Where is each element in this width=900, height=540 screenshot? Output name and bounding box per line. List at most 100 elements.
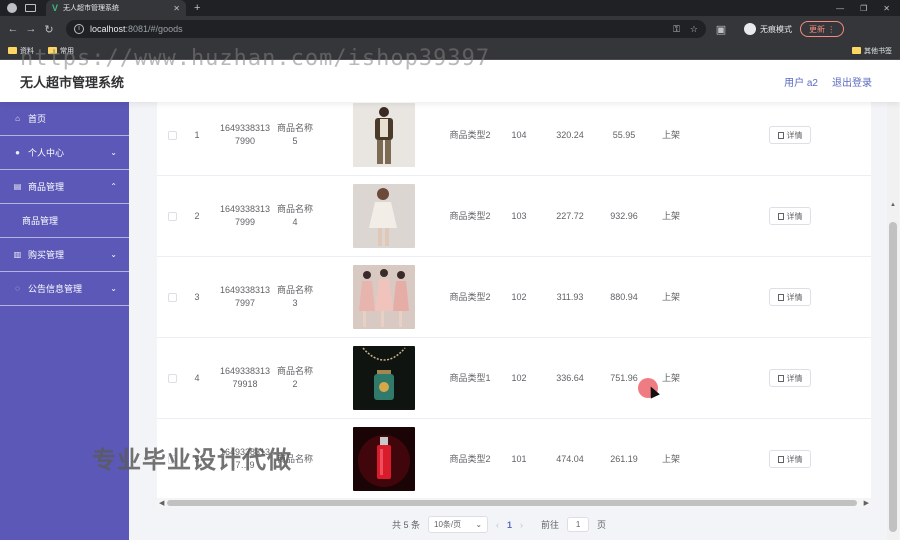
incognito-indicator[interactable]: 无痕模式: [744, 23, 792, 35]
forward-icon[interactable]: →: [22, 23, 40, 35]
document-icon: [777, 455, 784, 463]
total-count: 共 5 条: [392, 520, 421, 530]
cart-icon: ▥: [13, 250, 22, 259]
sidebar-item-notice[interactable]: ◌ 公告信息管理 ⌄: [0, 272, 129, 306]
detail-button[interactable]: 详情: [769, 126, 811, 144]
page-size-select[interactable]: 10条/页 ⌄: [428, 516, 489, 533]
row-checkbox[interactable]: [167, 130, 177, 140]
user-icon: ●: [15, 148, 20, 157]
user-label[interactable]: 用户 a2: [784, 74, 818, 89]
sidepanel-icon[interactable]: ▣: [712, 23, 730, 36]
table-row: 4 164933831379918 商品名称2 商品类型1 102 336.64…: [157, 338, 871, 419]
key-icon[interactable]: ⚿: [673, 24, 680, 35]
maximize-icon[interactable]: ❐: [860, 4, 867, 13]
row-checkbox[interactable]: [167, 211, 177, 221]
horizontal-scrollbar[interactable]: ◀ ▶: [157, 498, 871, 508]
sidebar-item-profile[interactable]: ● 个人中心 ⌄: [0, 136, 129, 170]
url-input[interactable]: i localhost:8081/#/goods ⚿ ☆: [66, 20, 706, 38]
goods-code: 16493383137990: [219, 123, 271, 146]
sidebar-item-goods[interactable]: ▤ 商品管理 ⌃: [0, 170, 129, 204]
address-bar: ← → ↻ i localhost:8081/#/goods ⚿ ☆ ▣ 无痕模…: [0, 16, 900, 42]
document-icon: [777, 131, 784, 139]
row-index: 4: [194, 372, 200, 383]
goods-table: 1 16493383137990 商品名称5 商品类型2 104 320.24 …: [157, 102, 871, 498]
table-row: 2 16493383137999 商品名称4 商品类型2 103 227.72 …: [157, 176, 871, 257]
prev-page-button[interactable]: ‹: [496, 520, 499, 530]
sidebar-item-label: 首页: [28, 114, 47, 124]
home-icon: ⌂: [15, 114, 20, 123]
window-close-icon[interactable]: ✕: [883, 4, 890, 13]
row-value: 227.72: [556, 210, 584, 221]
row-index: 2: [194, 210, 200, 221]
detail-button[interactable]: 详情: [769, 288, 811, 306]
scroll-right-icon[interactable]: ▶: [864, 499, 869, 507]
vertical-scrollbar[interactable]: ▲: [887, 102, 899, 540]
goods-name: 商品名称2: [276, 366, 313, 389]
reload-icon[interactable]: ↻: [40, 23, 58, 36]
row-value: 336.64: [556, 372, 584, 383]
minimize-icon[interactable]: —: [836, 4, 844, 13]
row-value: 311.93: [556, 291, 584, 302]
goods-image[interactable]: [353, 427, 415, 491]
row-value: 101: [511, 453, 527, 464]
sidebar-item-home[interactable]: ⌂ 首页: [0, 102, 129, 136]
other-bookmarks[interactable]: 其他书签: [852, 46, 892, 56]
browser-tab[interactable]: V 无人超市管理系统 ✕: [46, 0, 186, 16]
sidebar-item-purchase[interactable]: ▥ 购买管理 ⌄: [0, 238, 129, 272]
detail-button[interactable]: 详情: [769, 450, 811, 468]
goods-image[interactable]: [353, 184, 415, 248]
row-checkbox[interactable]: [167, 292, 177, 302]
logout-button[interactable]: 退出登录: [832, 74, 872, 89]
browser-tab-bar: V 无人超市管理系统 ✕ + — ❐ ✕: [0, 0, 900, 16]
sidebar-item-label: 商品管理: [22, 216, 59, 226]
chrome-icon: [7, 3, 17, 13]
url-host: localhost: [90, 24, 126, 34]
sidebar-item-label: 个人中心: [28, 148, 65, 158]
detail-button[interactable]: 详情: [769, 207, 811, 225]
sidebar-subitem-goods[interactable]: 商品管理: [0, 204, 129, 238]
row-checkbox[interactable]: [167, 373, 177, 383]
goto-page-input[interactable]: 1: [567, 517, 590, 532]
scrollbar-thumb[interactable]: [167, 500, 857, 506]
new-tab-button[interactable]: +: [194, 2, 200, 14]
goto-label: 前往: [541, 520, 560, 530]
goods-name: 商品名称3: [276, 285, 313, 308]
update-label: 更新: [809, 24, 825, 34]
next-page-button[interactable]: ›: [520, 520, 523, 530]
detail-label: 详情: [786, 292, 803, 302]
goods-code: 164933831379918: [219, 366, 271, 389]
scrollbar-thumb[interactable]: [889, 222, 897, 532]
back-icon[interactable]: ←: [4, 23, 22, 35]
chevron-down-icon: ⌄: [475, 520, 483, 529]
document-icon: [777, 293, 784, 301]
goods-image[interactable]: [353, 346, 415, 410]
table-row: 1 16493383137990 商品名称5 商品类型2 104 320.24 …: [157, 102, 871, 176]
other-bookmarks-label: 其他书签: [864, 47, 892, 55]
update-button[interactable]: 更新 ⋮: [800, 21, 845, 37]
chevron-down-icon: ⌄: [110, 284, 117, 293]
detail-label: 详情: [786, 373, 803, 383]
close-icon[interactable]: ✕: [173, 4, 180, 13]
goods-type: 商品类型2: [449, 129, 491, 140]
row-value: 103: [511, 210, 527, 221]
detail-button[interactable]: 详情: [769, 369, 811, 387]
info-icon[interactable]: i: [74, 24, 84, 34]
row-value: 261.19: [610, 453, 638, 464]
page-number[interactable]: 1: [507, 520, 512, 530]
row-value: 55.95: [612, 129, 636, 140]
goods-code: 16493383137997: [219, 285, 271, 308]
goods-type: 商品类型2: [449, 453, 491, 464]
star-icon[interactable]: ☆: [690, 24, 698, 35]
detail-label: 详情: [786, 211, 803, 221]
sidebar-item-label: 购买管理: [28, 250, 65, 260]
goods-image[interactable]: [353, 265, 415, 329]
watermark-url: https://www.huzhan.com/ishop39397: [20, 46, 491, 71]
row-index: 1: [194, 129, 200, 140]
tab-search-icon[interactable]: [25, 4, 36, 12]
scroll-left-icon[interactable]: ◀: [159, 499, 164, 507]
goods-image[interactable]: [353, 103, 415, 167]
page-size-value: 10条/页: [434, 520, 462, 529]
scroll-up-icon[interactable]: ▲: [890, 202, 896, 208]
chevron-down-icon: ⌄: [110, 148, 117, 157]
row-value: 320.24: [556, 129, 584, 140]
